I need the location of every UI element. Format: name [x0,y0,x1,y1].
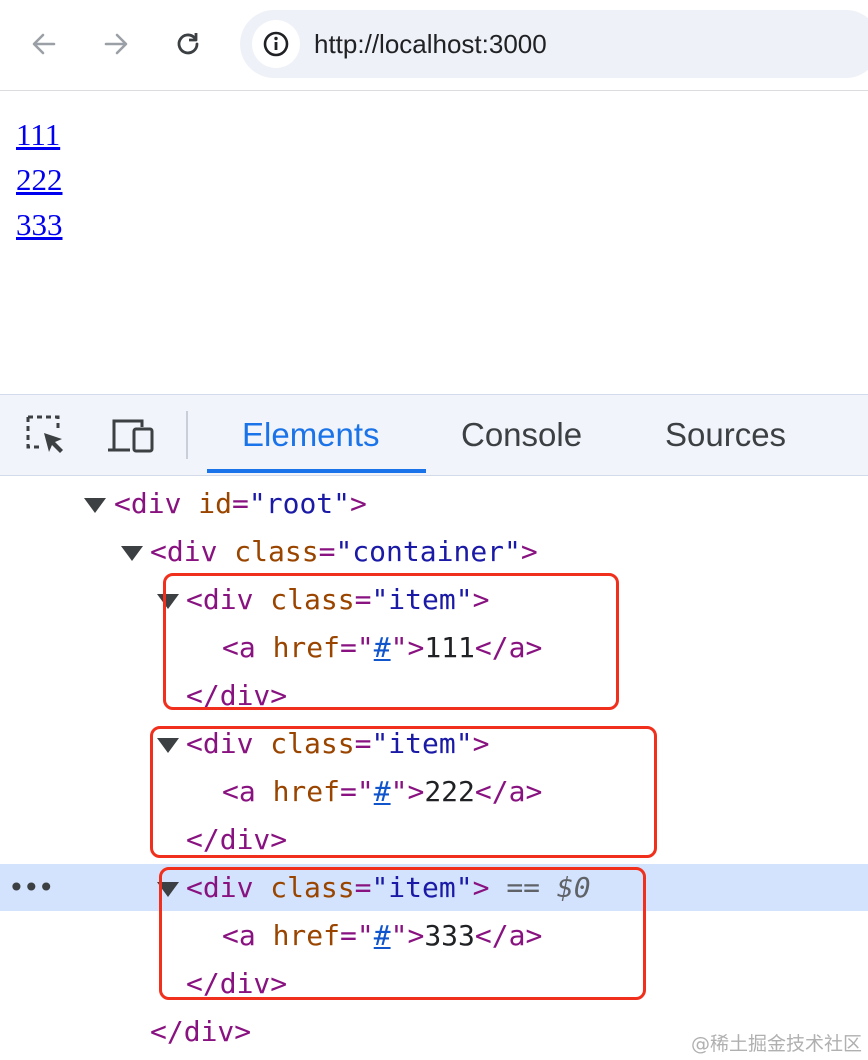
tree-node-root[interactable]: <div id="root"> [0,480,868,527]
page-content: 111 222 333 [16,112,63,247]
close-tag: </div> [150,1015,252,1048]
attr-name: id [198,487,233,520]
inspect-element-button[interactable] [24,413,70,459]
more-options-icon[interactable]: ••• [8,864,55,911]
reload-button[interactable] [166,22,210,66]
arrow-right-icon [104,33,128,55]
url-text[interactable]: http://localhost:3000 [314,10,547,78]
highlight-box [159,867,646,1000]
inspect-icon [26,415,63,453]
page-link[interactable]: 222 [16,157,63,202]
attr-name: class [234,535,319,568]
tab-sources[interactable]: Sources [665,395,786,475]
back-button[interactable] [22,22,66,66]
browser-toolbar: http://localhost:3000 [0,0,868,91]
site-info-button[interactable] [252,20,300,68]
tree-node-container[interactable]: <div class="container"> [0,528,868,575]
attr-value: "root" [248,487,351,520]
tab-console[interactable]: Console [461,395,582,475]
highlight-box [163,573,619,710]
forward-button[interactable] [94,22,138,66]
page-link[interactable]: 333 [16,202,63,247]
device-toolbar-button[interactable] [106,413,154,459]
reload-icon [177,33,199,55]
address-bar[interactable]: http://localhost:3000 [240,10,868,78]
tag-open: <div [114,487,182,520]
info-icon [263,31,289,57]
attr-value: "container" [335,535,521,568]
toolbar-divider [186,411,188,459]
device-icon [108,419,154,453]
devtools-tabbar: Elements Console Sources [0,394,868,476]
arrow-left-icon [32,33,56,55]
watermark: @稀土掘金技术社区 [690,1033,862,1055]
highlight-box [150,726,657,858]
page-link[interactable]: 111 [16,112,63,157]
tab-elements[interactable]: Elements [242,395,380,475]
active-tab-indicator [207,469,426,473]
